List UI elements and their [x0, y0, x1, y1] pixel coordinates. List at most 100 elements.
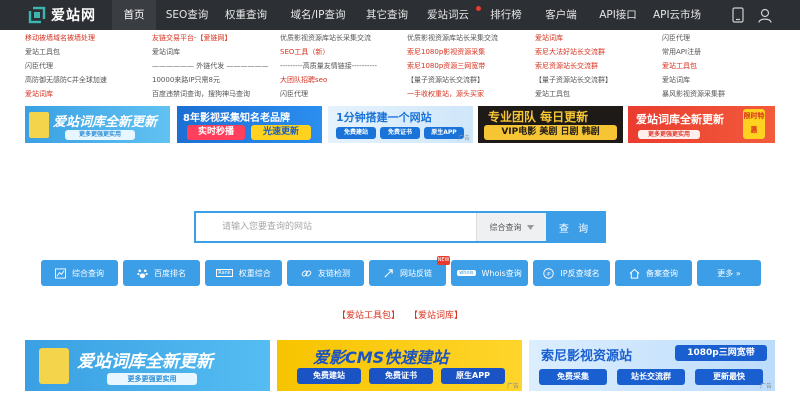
ad-banner-wordlib[interactable]: 爱站词库全新更新 更多更强更实用	[25, 106, 170, 143]
link-column-4: 优质影视资源库站长采集交流 索尼1080p影视资源采集 索尼1080p资源三网宽…	[407, 31, 498, 101]
ad-banner-build-site[interactable]: 1分钟搭建一个网站 免费建站 免费证书 原生APP 广告	[328, 106, 473, 143]
link-item[interactable]: 友链交易平台-【爱链网】	[152, 31, 268, 45]
link-item[interactable]: 爱站词库	[25, 87, 107, 101]
tool-whois[interactable]: whois Whois查询	[451, 260, 528, 286]
link-item[interactable]: 索尼1080p资源三网宽带	[407, 59, 498, 73]
search-bar: 综合查询 查 询	[194, 211, 606, 243]
nav-seo[interactable]: SEO查询	[156, 0, 218, 30]
nav-weight[interactable]: 权重查询	[218, 0, 274, 30]
link-item[interactable]: 爱站词库	[535, 31, 612, 45]
link-item[interactable]: 索尼资源站长交流群	[535, 59, 612, 73]
baidu-paw-icon	[137, 268, 148, 278]
ad-title: 8年影视采集知名老品牌	[183, 113, 290, 124]
tool-ip-reverse[interactable]: iP IP反查域名	[533, 260, 610, 286]
tool-weight[interactable]: Rank 权重综合	[205, 260, 282, 286]
link-item[interactable]: 爱站工具包	[25, 45, 107, 59]
banner-sub: 更多更强更实用	[107, 373, 197, 385]
page: 爱站网 首页 SEO查询 权重查询 域名/IP查询 其它查询 爱站词云 排行榜 …	[0, 0, 800, 400]
tool-label: 综合查询	[72, 268, 104, 278]
link-item[interactable]: 常用API注册	[662, 45, 725, 59]
tool-label: 备案查询	[646, 268, 678, 278]
link-directory: 移动被墙域名被墙处理 爱站工具包 闪臣代理 高防御无感防C并全球加速 爱站词库 …	[25, 31, 785, 101]
ad-banner-vip-movie[interactable]: 专业团队 每日更新 VIP电影 美剧 日剧 韩剧	[478, 106, 623, 143]
link-item[interactable]: 优质影视资源库站长采集交流	[407, 31, 498, 45]
banner-pill: 更新最快	[695, 369, 763, 385]
ad-banner-video-collect[interactable]: 8年影视采集知名老品牌 实时秒播 光速更新	[177, 106, 322, 143]
nav-domain-ip[interactable]: 域名/IP查询	[274, 0, 362, 30]
book-icon	[29, 112, 49, 138]
link-item[interactable]: 索尼1080p影视资源采集	[407, 45, 498, 59]
link-item[interactable]: 10000来路IP只需8元	[152, 73, 268, 87]
new-badge: NEW	[437, 256, 450, 265]
link-item[interactable]: 索尼大法好站长交流群	[535, 45, 612, 59]
link-item[interactable]: ---------高质量友情链接----------	[280, 59, 377, 73]
link-item[interactable]: —————— 外链代发 ——————	[152, 59, 268, 73]
logo-text: 爱站网	[51, 8, 96, 24]
mobile-icon[interactable]	[732, 7, 744, 23]
nav-client[interactable]: 客户端	[528, 0, 594, 30]
ad-pill: 免费建站	[336, 127, 376, 139]
nav-wordcloud[interactable]: 爱站词云	[412, 0, 484, 30]
query-type-select[interactable]: 综合查询	[476, 213, 546, 241]
ad-tag: 广告	[759, 383, 772, 390]
banner-cms[interactable]: 爱影CMS快速建站 免费建站 免费证书 原生APP 广告	[277, 340, 522, 391]
ad-title: 1分钟搭建一个网站	[336, 111, 432, 124]
query-type-label: 综合查询	[489, 222, 522, 232]
link-item[interactable]: 爱站工具包	[662, 59, 725, 73]
link-item[interactable]: 爱站词库	[152, 45, 268, 59]
search-button[interactable]: 查 询	[546, 213, 604, 241]
tool-backlink[interactable]: 网站反链 NEW	[369, 256, 450, 286]
link-item[interactable]: 【量子资源站长交流群】	[535, 73, 612, 87]
link-item[interactable]: 爱站工具包	[535, 87, 612, 101]
link-column-6: 闪臣代理 常用API注册 爱站工具包 爱站词库 暴风影视资源采集群	[662, 31, 725, 101]
tool-label: 友链检测	[318, 268, 350, 278]
search-input[interactable]	[196, 213, 476, 241]
tool-more[interactable]: 更多 »	[697, 260, 761, 286]
link-item[interactable]: 【量子资源站长交流群】	[407, 73, 498, 87]
chevron-down-icon	[526, 224, 534, 230]
link-icon	[301, 270, 312, 276]
nav-icons	[732, 0, 772, 30]
banner-title: 爱影CMS快速建站	[313, 348, 449, 367]
link-item[interactable]: 一手收权重站，源头买家	[407, 87, 498, 101]
banner-sony[interactable]: 索尼影视资源站 1080p三网宽带 免费采集 站长交流群 更新最快 广告	[529, 340, 775, 391]
tool-friend-link[interactable]: 友链检测	[287, 260, 364, 286]
link-item[interactable]: 暴风影视资源采集群	[662, 87, 725, 101]
link-item[interactable]: 闪臣代理	[25, 59, 107, 73]
tool-icp[interactable]: 备案查询	[615, 260, 692, 286]
book-icon	[39, 348, 69, 384]
featured-links: 【爱站工具包】 【爱站词库】	[0, 308, 800, 321]
tool-baidu-rank[interactable]: 百度排名	[123, 260, 200, 286]
link-item[interactable]: SEO工具（新）	[280, 45, 377, 59]
ad-tag: 广告	[457, 135, 470, 142]
logo[interactable]: 爱站网	[0, 0, 112, 30]
link-item[interactable]: 高防御无感防C并全球加速	[25, 73, 107, 87]
nav-api-market[interactable]: API云市场	[642, 0, 712, 30]
user-icon[interactable]	[758, 8, 772, 23]
ad-tag: 广告	[506, 383, 519, 390]
whois-icon: whois	[457, 270, 476, 276]
link-column-3: 优质影视资源库站长采集交流 SEO工具（新） ---------高质量友情链接-…	[280, 31, 377, 101]
link-column-5: 爱站词库 索尼大法好站长交流群 索尼资源站长交流群 【量子资源站长交流群】 爱站…	[535, 31, 612, 101]
link-item[interactable]: 移动被墙域名被墙处理	[25, 31, 107, 45]
ad-sub: 更多更强更实用	[65, 130, 135, 140]
link-item[interactable]: 优质影视资源库站长采集交流	[280, 31, 377, 45]
link-item[interactable]: 爱站词库	[662, 73, 725, 87]
nav-home[interactable]: 首页	[112, 0, 156, 30]
nav-ranking[interactable]: 排行榜	[484, 0, 528, 30]
banner-wordlib[interactable]: 爱站词库全新更新 更多更强更实用	[25, 340, 270, 391]
nav-other[interactable]: 其它查询	[362, 0, 412, 30]
new-dot	[476, 6, 481, 11]
ad-banner-wordlib-sale[interactable]: 爱站词库全新更新 更多更强更实用 限时特惠	[628, 106, 775, 143]
tool-comprehensive[interactable]: 综合查询	[41, 260, 118, 286]
chart-icon	[55, 267, 66, 279]
nav-api[interactable]: API接口	[594, 0, 642, 30]
link-item[interactable]: 闪臣代理	[662, 31, 725, 45]
link-item[interactable]: 百度违禁词查询，搜狗神马查询	[152, 87, 268, 101]
link-toolkit[interactable]: 【爱站工具包】	[337, 311, 400, 321]
link-wordlib[interactable]: 【爱站词库】	[409, 311, 463, 321]
link-item[interactable]: 闪臣代理	[280, 87, 377, 101]
ad-pill: VIP电影 美剧 日剧 韩剧	[484, 125, 617, 140]
link-item[interactable]: 大团队招聘seo	[280, 73, 377, 87]
ad-title: 爱站词库全新更新	[53, 115, 158, 130]
